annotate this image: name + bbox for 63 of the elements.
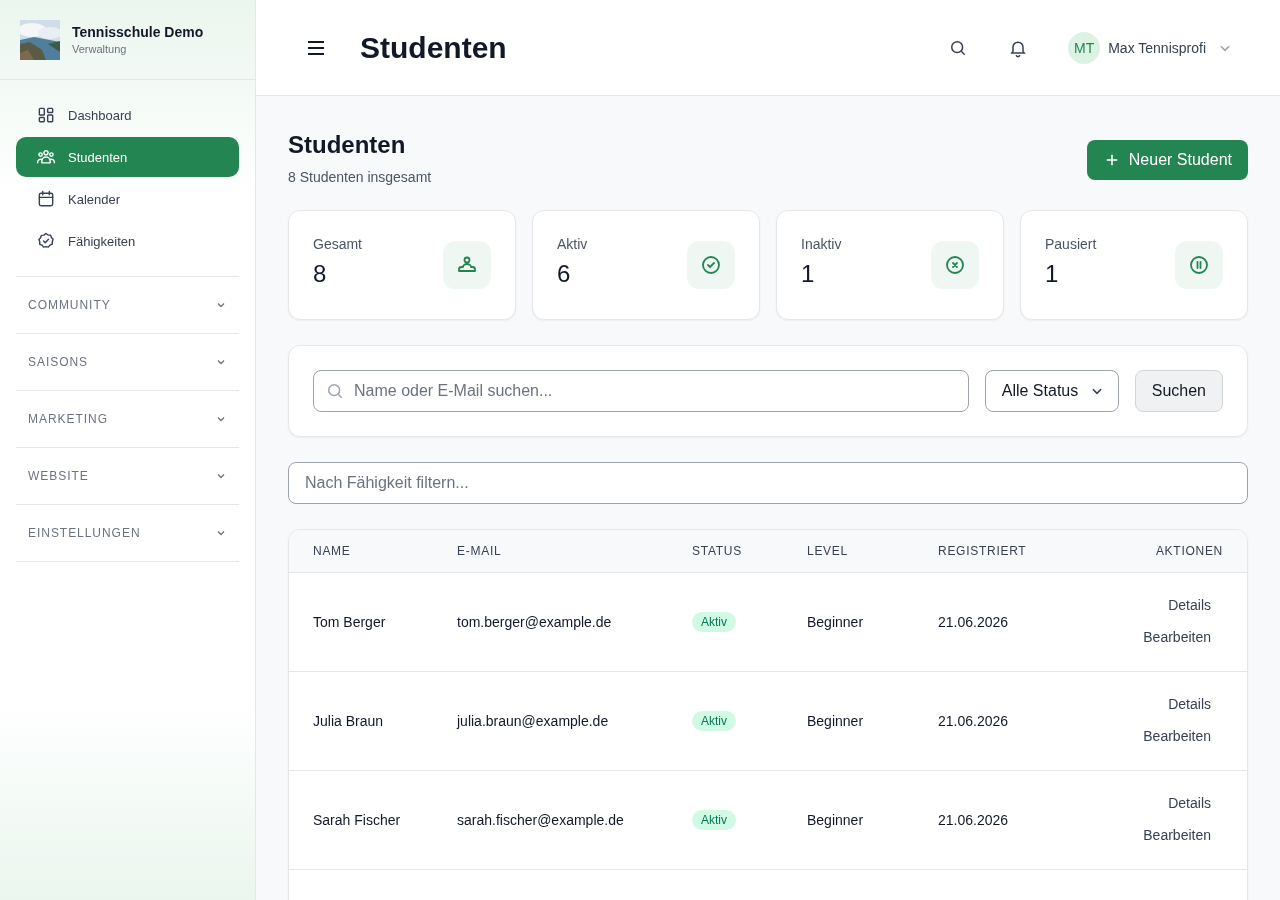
nav-item[interactable]: Kalender [16,179,239,219]
status-badge: Aktiv [692,711,736,731]
table-cell: Beginner [807,614,864,630]
status-select[interactable]: Alle Status [984,370,1119,412]
grid-icon [36,105,56,125]
table-cell: julia.braun@example.de [457,713,609,729]
table-cell: 21.06.2026 [938,614,1009,630]
stat-label: Gesamt [313,236,362,252]
stat-label: Aktiv [557,236,588,252]
person-icon [443,241,491,289]
nav-section[interactable]: SAISONS [16,334,239,390]
column-header: NAME [313,544,352,558]
nav-item[interactable]: Fähigkeiten [16,221,239,261]
table-cell: Sarah Fischer [313,812,401,828]
stat-label: Inaktiv [801,236,842,252]
column-header: REGISTRIERT [938,544,1028,558]
status-badge: Aktiv [692,612,736,632]
details-link[interactable]: Details [1168,795,1211,811]
search-button[interactable]: Suchen [1134,370,1223,412]
page-header-title: Studenten [360,30,507,65]
table-cell: 21.06.2026 [938,713,1009,729]
table-cell: Beginner [807,713,864,729]
avatar: MT [1068,31,1101,64]
users-icon [36,147,56,167]
app-subtitle: Verwaltung [72,43,128,55]
table-cell: 21.06.2026 [938,812,1009,828]
search-field[interactable]: Name oder E-Mail suchen... [313,370,969,412]
nav-item[interactable]: Studenten [16,137,239,177]
edit-link[interactable]: Bearbeiten [1143,728,1211,744]
nav-item[interactable]: Dashboard [16,95,239,135]
details-link[interactable]: Details [1168,696,1211,712]
table-cell: Tom Berger [313,614,386,630]
user-menu[interactable]: MT Max Tennisprofi [1068,31,1232,64]
stat-value: 8 [313,260,328,288]
skill-filter-field[interactable]: Nach Fähigkeit filtern... [288,462,1248,504]
table-cell: Beginner [807,812,864,828]
nav-section[interactable]: EINSTELLUNGEN [16,505,239,561]
stat-value: 1 [1045,260,1060,288]
app-title: Tennisschule Demo [72,24,204,40]
stat-value: 1 [801,260,816,288]
nav-section[interactable]: MARKETING [16,391,239,447]
column-header: E-MAIL [457,544,503,558]
details-link[interactable]: Details [1168,597,1211,613]
column-header: STATUS [692,544,743,558]
status-badge: Aktiv [692,810,736,830]
column-header: AKTIONEN [1154,544,1223,558]
nav-section[interactable]: WEBSITE [16,448,239,504]
edit-link[interactable]: Bearbeiten [1143,629,1211,645]
calendar-icon [36,189,56,209]
stat-label: Pausiert [1045,236,1097,252]
stat-value: 6 [557,260,572,288]
new-student-button[interactable]: Neuer Student [1086,140,1248,180]
edit-link[interactable]: Bearbeiten [1143,827,1211,843]
nav-section[interactable]: COMMUNITY [16,277,239,333]
table-cell: Julia Braun [313,713,384,729]
student-count: 8 Studenten insgesamt [288,169,432,185]
badge-check-icon [36,231,56,251]
table-cell: sarah.fischer@example.de [457,812,624,828]
table-cell: tom.berger@example.de [457,614,612,630]
search-icon [325,381,345,401]
plus-icon [1104,153,1119,167]
page-title: Studenten [288,131,407,159]
column-header: LEVEL [807,544,849,558]
